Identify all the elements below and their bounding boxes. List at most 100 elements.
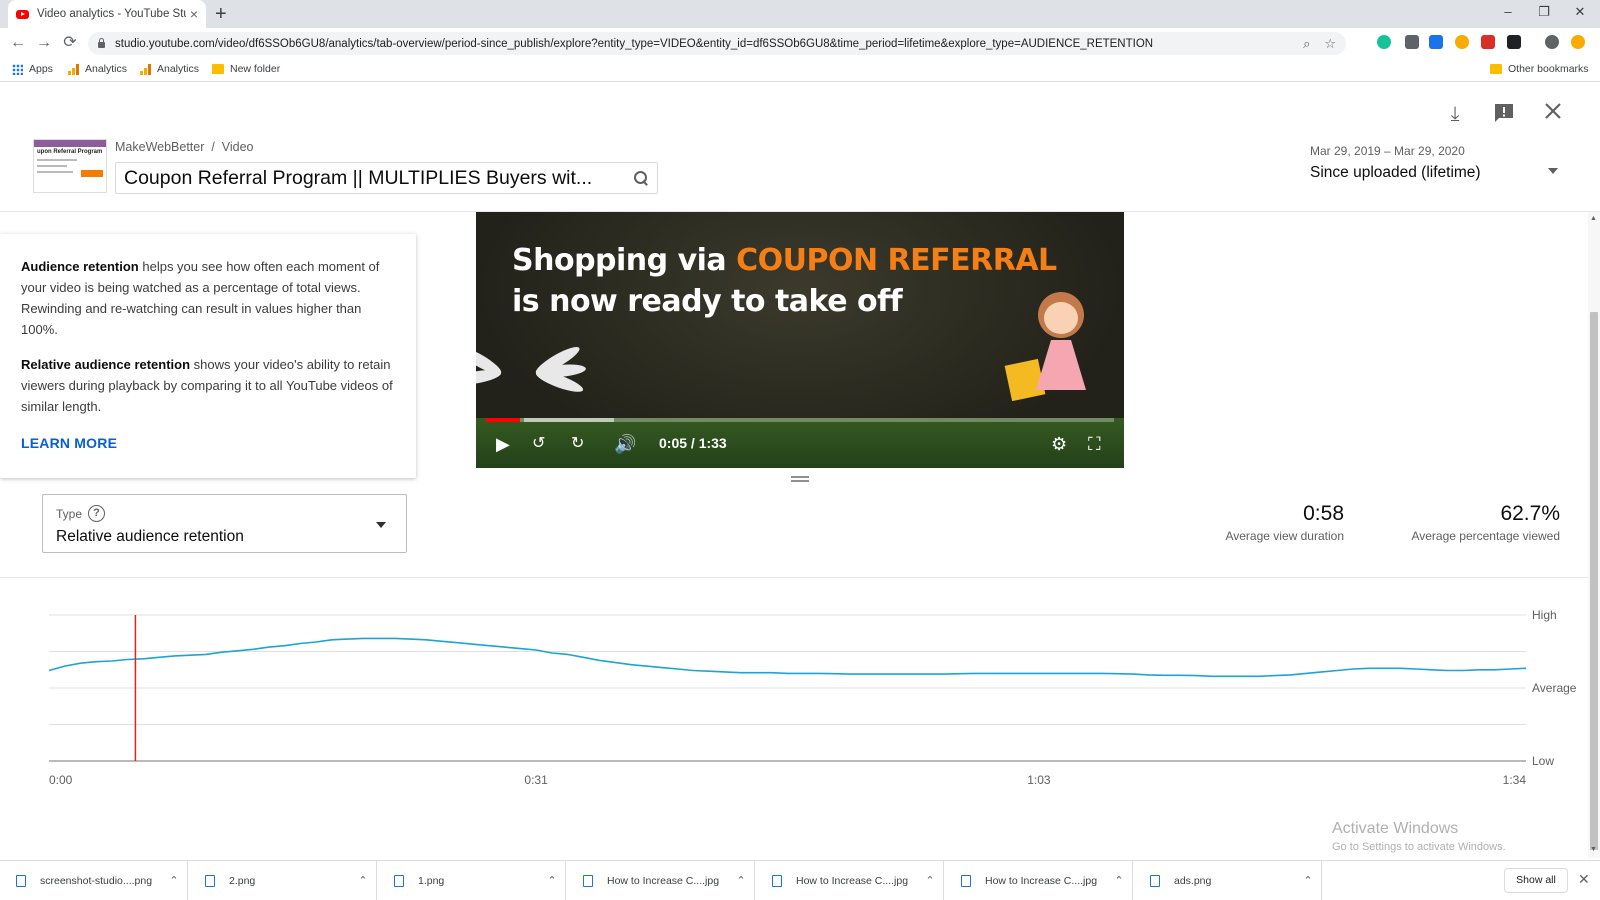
rewind-10-icon[interactable]: ↺ [532, 434, 545, 454]
download-item[interactable]: How to Increase C....jpg ⌃ [756, 861, 944, 900]
bookmark-label: Analytics [85, 63, 128, 75]
download-icon[interactable]: ⤓ [1443, 102, 1467, 126]
download-item[interactable]: How to Increase C....jpg ⌃ [567, 861, 755, 900]
fullscreen-icon[interactable]: ⛶ [1088, 434, 1101, 454]
chevron-up-icon[interactable]: ⌃ [728, 874, 754, 887]
info-term: Audience retention [21, 259, 139, 274]
headline-text: is now ready to take off [512, 284, 903, 319]
extension-icon[interactable] [1545, 35, 1559, 49]
chevron-down-icon[interactable] [1548, 168, 1558, 174]
resize-handle[interactable] [791, 476, 809, 482]
extension-icon[interactable] [1481, 35, 1495, 49]
metric-label: Average percentage viewed [1411, 529, 1560, 543]
extension-icon[interactable] [1405, 35, 1419, 49]
breadcrumb[interactable]: MakeWebBetter / Video [115, 140, 254, 154]
y-tick-label: Average [1532, 681, 1577, 695]
scroll-down-arrow-icon[interactable]: ▼ [1590, 846, 1597, 853]
address-bar[interactable]: studio.youtube.com/video/df6SSOb6GU8/ana… [88, 32, 1346, 55]
bookmark-analytics[interactable]: Analytics [140, 63, 199, 75]
file-icon [1150, 874, 1160, 887]
chevron-up-icon[interactable]: ⌃ [1106, 874, 1132, 887]
bookmark-star-icon[interactable]: ☆ [1324, 36, 1336, 52]
new-tab-button[interactable]: + [215, 3, 227, 25]
chevron-up-icon[interactable]: ⌃ [1295, 874, 1321, 887]
video-timecode: 0:05 / 1:33 [659, 435, 727, 451]
url-text[interactable]: studio.youtube.com/video/df6SSOb6GU8/ana… [115, 38, 1289, 50]
file-icon [205, 874, 215, 887]
palm-tree-illustration [476, 342, 596, 412]
watermark-subtitle: Go to Settings to activate Windows. [1332, 841, 1506, 853]
girl-illustration [1004, 292, 1096, 402]
minimize-button[interactable]: – [1488, 2, 1528, 22]
download-item[interactable]: screenshot-studio....png ⌃ [0, 861, 188, 900]
forward-button[interactable]: → [34, 33, 54, 53]
reload-button[interactable]: ⟳ [60, 33, 80, 53]
bookmark-analytics[interactable]: Analytics [68, 63, 127, 75]
analytics-icon [68, 63, 79, 75]
scrollbar-thumb[interactable] [1590, 312, 1598, 850]
chevron-up-icon[interactable]: ⌃ [539, 874, 565, 887]
chevron-up-icon[interactable]: ⌃ [161, 874, 187, 887]
type-label: Type [56, 506, 83, 521]
type-dropdown[interactable]: Type ? Relative audience retention [42, 494, 407, 553]
metric-value: 62.7% [1500, 502, 1560, 525]
video-search-field[interactable]: Coupon Referral Program || MULTIPLIES Bu… [115, 162, 658, 194]
retention-chart[interactable]: Low Average High 0:00 0:31 1:03 1:34 [0, 590, 1588, 790]
restore-button[interactable]: ❐ [1524, 2, 1564, 22]
close-shelf-icon[interactable]: ✕ [1578, 871, 1590, 888]
bookmarks-bar: Apps Analytics Analytics New folder Othe… [0, 58, 1600, 82]
search-icon[interactable] [633, 170, 649, 186]
download-item[interactable]: 2.png ⌃ [189, 861, 377, 900]
video-title[interactable]: Coupon Referral Program || MULTIPLIES Bu… [124, 167, 633, 190]
extension-icon[interactable] [1455, 35, 1469, 49]
zoom-icon[interactable]: ⌕ [1303, 36, 1310, 52]
type-value: Relative audience retention [56, 528, 244, 545]
extension-icon[interactable] [1429, 35, 1443, 49]
profile-avatar-icon[interactable] [1571, 35, 1585, 49]
grammarly-extension-icon[interactable] [1377, 35, 1391, 49]
extension-icon[interactable] [1507, 35, 1521, 49]
windows-activation-watermark: Activate Windows Go to Settings to activ… [1332, 820, 1506, 853]
back-button[interactable]: ← [8, 33, 28, 53]
help-icon[interactable]: ? [88, 505, 106, 522]
download-item[interactable]: ads.png ⌃ [1134, 861, 1322, 900]
tab-close-icon[interactable]: × [190, 6, 198, 22]
download-item[interactable]: 1.png ⌃ [378, 861, 566, 900]
analytics-icon [140, 63, 151, 75]
other-bookmarks[interactable]: Other bookmarks [1490, 63, 1589, 75]
x-tick-label: 0:00 [49, 773, 73, 787]
apps-grid-icon [12, 63, 23, 75]
play-icon[interactable]: ▶ [496, 434, 510, 454]
watermark-title: Activate Windows [1332, 820, 1459, 837]
volume-icon[interactable]: 🔊 [614, 434, 636, 454]
window-close-button[interactable]: ✕ [1560, 2, 1600, 22]
chevron-up-icon[interactable]: ⌃ [350, 874, 376, 887]
bookmark-new-folder[interactable]: New folder [212, 63, 280, 75]
x-tick-label: 0:31 [524, 773, 548, 787]
show-all-button[interactable]: Show all [1504, 868, 1568, 893]
scroll-up-arrow-icon[interactable]: ▲ [1590, 215, 1597, 222]
video-thumbnail[interactable]: upon Referral Program [33, 139, 107, 193]
folder-icon [212, 64, 224, 74]
download-item[interactable]: How to Increase C....jpg ⌃ [945, 861, 1133, 900]
video-progress-bar[interactable] [486, 418, 1114, 422]
tab-strip: Video analytics - YouTube Studio × + – ❐… [0, 0, 1600, 28]
chevron-up-icon[interactable]: ⌃ [917, 874, 943, 887]
settings-gear-icon[interactable]: ⚙ [1051, 434, 1067, 454]
bookmark-apps[interactable]: Apps [12, 63, 53, 75]
period-selector[interactable]: Since uploaded (lifetime) [1310, 164, 1481, 182]
download-filename: How to Increase C....jpg [985, 874, 1098, 887]
tab-title: Video analytics - YouTube Studio [37, 8, 186, 20]
bookmark-label: New folder [230, 63, 281, 75]
learn-more-link[interactable]: LEARN MORE [21, 433, 117, 454]
download-filename: 2.png [229, 874, 256, 887]
download-filename: How to Increase C....jpg [607, 874, 720, 887]
downloads-shelf: screenshot-studio....png ⌃ 2.png ⌃ 1.png ⌃ … [0, 860, 1600, 900]
browser-tab[interactable]: Video analytics - YouTube Studio × [8, 0, 206, 28]
video-player[interactable]: Shopping via COUPON REFERRAL is now read… [476, 212, 1124, 468]
analytics-header: ⤓ upon Referral Program MakeWebBetter / … [0, 84, 1600, 212]
forward-10-icon[interactable]: ↻ [571, 434, 584, 454]
close-icon[interactable] [1541, 102, 1565, 126]
feedback-icon[interactable] [1492, 102, 1516, 126]
bookmark-label: Apps [29, 63, 53, 75]
